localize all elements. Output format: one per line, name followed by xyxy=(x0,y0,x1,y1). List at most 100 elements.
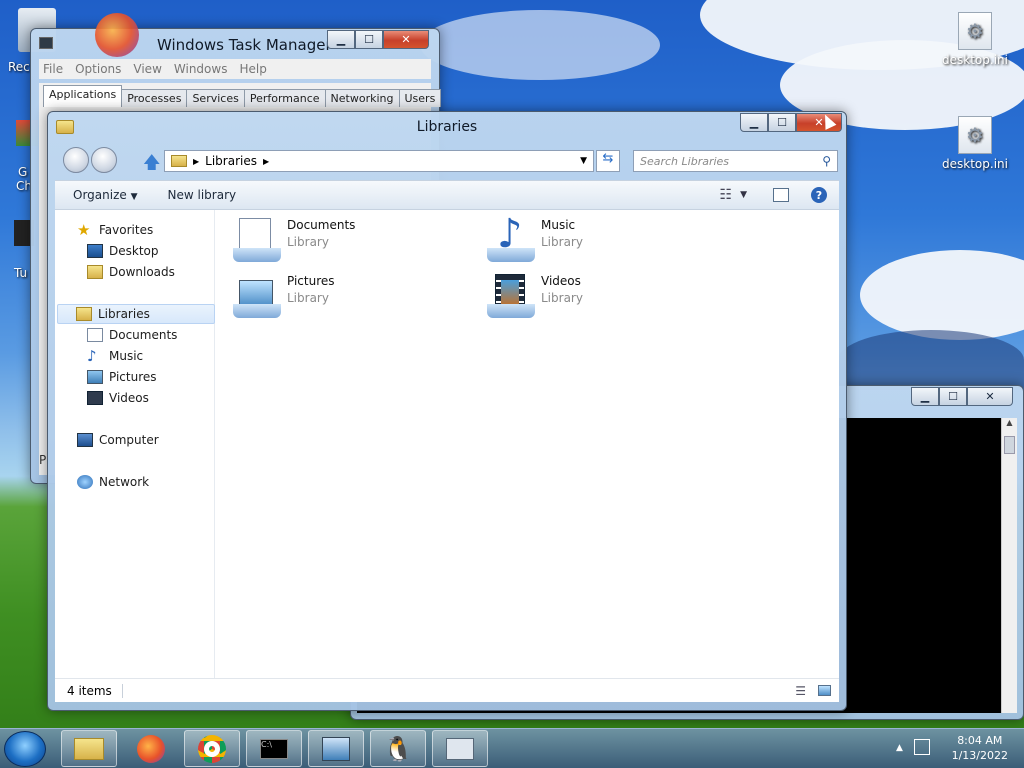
command-bar: Organize ▼ New library ☷ ▼ ? xyxy=(55,180,839,210)
desktop-icon-label: desktop.ini xyxy=(942,157,1008,171)
maximize-button[interactable]: ☐ xyxy=(355,30,383,49)
clock[interactable]: 8:04 AM 1/13/2022 xyxy=(952,733,1008,763)
preview-pane-icon[interactable] xyxy=(773,188,789,202)
help-icon[interactable]: ? xyxy=(811,187,827,203)
up-arrow-icon[interactable]: 🡅 xyxy=(143,150,160,179)
taskbar-chrome[interactable] xyxy=(184,730,240,767)
window-title: Windows Task Manager xyxy=(157,36,332,54)
desktop-icon xyxy=(87,244,103,258)
nav-libraries[interactable]: Libraries xyxy=(57,304,215,324)
chevron-right-icon[interactable]: ▶ xyxy=(193,157,199,166)
status-bar: 4 items ☰ xyxy=(55,678,839,702)
tab-networking[interactable]: Networking xyxy=(324,89,400,107)
search-box[interactable]: Search Libraries ⚲ xyxy=(633,150,838,172)
tab-performance[interactable]: Performance xyxy=(243,89,326,107)
refresh-icon[interactable]: ⇆ xyxy=(596,150,620,172)
folder-icon xyxy=(74,737,104,760)
item-type: Library xyxy=(541,291,583,305)
taskbar-firefox[interactable] xyxy=(123,730,179,767)
item-type: Library xyxy=(287,291,329,305)
minimize-button[interactable]: ▁ xyxy=(327,30,355,49)
show-hidden-icons-arrow[interactable]: ▲ xyxy=(896,743,903,753)
documents-library-icon xyxy=(233,218,281,264)
forward-button[interactable] xyxy=(91,147,117,173)
taskbar-linux[interactable]: 🐧 xyxy=(370,730,426,767)
minimize-button[interactable]: ▁ xyxy=(740,113,768,132)
organize-button[interactable]: Organize ▼ xyxy=(73,188,138,202)
library-item-documents[interactable]: Documents Library xyxy=(233,218,355,264)
item-type: Library xyxy=(287,235,329,249)
search-icon[interactable]: ⚲ xyxy=(822,154,831,168)
library-item-music[interactable]: ♪ Music Library xyxy=(487,214,583,264)
nav-network[interactable]: Network xyxy=(77,472,149,492)
library-item-videos[interactable]: Videos Library xyxy=(487,274,583,320)
star-icon: ★ xyxy=(77,221,91,239)
chevron-right-icon[interactable]: ▶ xyxy=(263,157,580,166)
view-options-icon[interactable]: ☷ xyxy=(720,187,733,203)
chevron-down-icon[interactable]: ▼ xyxy=(580,156,587,166)
command-prompt-icon: C:\ xyxy=(260,738,288,759)
nav-label: Downloads xyxy=(109,265,175,279)
window-controls: ▁ ☐ ✕ xyxy=(911,387,1013,406)
task-manager-icon xyxy=(446,737,474,760)
tab-services[interactable]: Services xyxy=(186,89,245,107)
desktop-ini-file[interactable]: desktop.ini xyxy=(930,12,1020,67)
network-tray-icon[interactable] xyxy=(914,739,930,755)
nav-pictures[interactable]: Pictures xyxy=(87,367,157,387)
libraries-icon xyxy=(76,307,92,321)
nav-downloads[interactable]: Downloads xyxy=(87,262,175,282)
tab-users[interactable]: Users xyxy=(398,89,442,107)
taskbar-control-panel[interactable] xyxy=(308,730,364,767)
desktop-ini-file[interactable]: desktop.ini xyxy=(930,116,1020,171)
control-panel-icon xyxy=(322,736,350,761)
large-icons-view-icon[interactable] xyxy=(818,685,831,696)
nav-videos[interactable]: Videos xyxy=(87,388,149,408)
nav-documents[interactable]: Documents xyxy=(87,325,177,345)
menu-windows[interactable]: Windows xyxy=(174,62,228,76)
nav-computer[interactable]: Computer xyxy=(77,430,159,450)
new-library-button[interactable]: New library xyxy=(168,188,237,202)
libraries-window[interactable]: Libraries ▁ ☐ ✕ 🡅 ▶ Libraries ▶ ▼ ⇆ Sear… xyxy=(47,111,847,711)
settings-file-icon xyxy=(958,12,992,50)
breadcrumb-libraries[interactable]: Libraries xyxy=(205,154,257,168)
address-bar[interactable]: ▶ Libraries ▶ ▼ xyxy=(164,150,594,172)
scroll-up-arrow-icon[interactable]: ▲ xyxy=(1002,418,1017,432)
close-button[interactable]: ✕ xyxy=(383,30,429,49)
back-button[interactable] xyxy=(63,147,89,173)
menu-help[interactable]: Help xyxy=(239,62,266,76)
scroll-thumb[interactable] xyxy=(1004,436,1015,454)
library-item-pictures[interactable]: Pictures Library xyxy=(233,274,335,320)
computer-icon xyxy=(77,433,93,447)
settings-file-icon xyxy=(958,116,992,154)
nav-favorites[interactable]: ★ Favorites xyxy=(77,220,153,240)
penguin-icon: 🐧 xyxy=(383,734,413,763)
taskbar-task-manager[interactable] xyxy=(432,730,488,767)
item-name: Videos xyxy=(541,274,581,288)
network-globe-icon xyxy=(77,475,93,489)
taskbar-explorer[interactable] xyxy=(61,730,117,767)
menu-file[interactable]: File xyxy=(43,62,63,76)
menu-view[interactable]: View xyxy=(133,62,161,76)
close-button[interactable]: ✕ xyxy=(967,387,1013,406)
search-input[interactable]: Search Libraries xyxy=(634,155,822,168)
desktop-label-partial: G xyxy=(18,165,28,179)
start-button[interactable] xyxy=(4,731,46,767)
nav-desktop[interactable]: Desktop xyxy=(87,241,159,261)
nav-label: Documents xyxy=(109,328,178,342)
details-view-icon[interactable]: ☰ xyxy=(795,684,806,698)
clock-time: 8:04 AM xyxy=(957,734,1003,747)
nav-music[interactable]: ♪ Music xyxy=(87,346,143,366)
chevron-down-icon[interactable]: ▼ xyxy=(740,190,747,200)
tab-processes[interactable]: Processes xyxy=(121,89,188,107)
menu-options[interactable]: Options xyxy=(75,62,121,76)
taskbar-command-prompt[interactable]: C:\ xyxy=(246,730,302,767)
scrollbar[interactable]: ▲ xyxy=(1001,418,1017,713)
chrome-icon xyxy=(198,734,226,763)
minimize-button[interactable]: ▁ xyxy=(911,387,939,406)
maximize-button[interactable]: ☐ xyxy=(939,387,967,406)
task-manager-icon xyxy=(39,37,53,49)
tab-applications[interactable]: Applications xyxy=(43,85,123,107)
desktop-label-partial: Rec xyxy=(8,60,30,74)
pictures-icon xyxy=(87,370,103,384)
maximize-button[interactable]: ☐ xyxy=(768,113,796,132)
